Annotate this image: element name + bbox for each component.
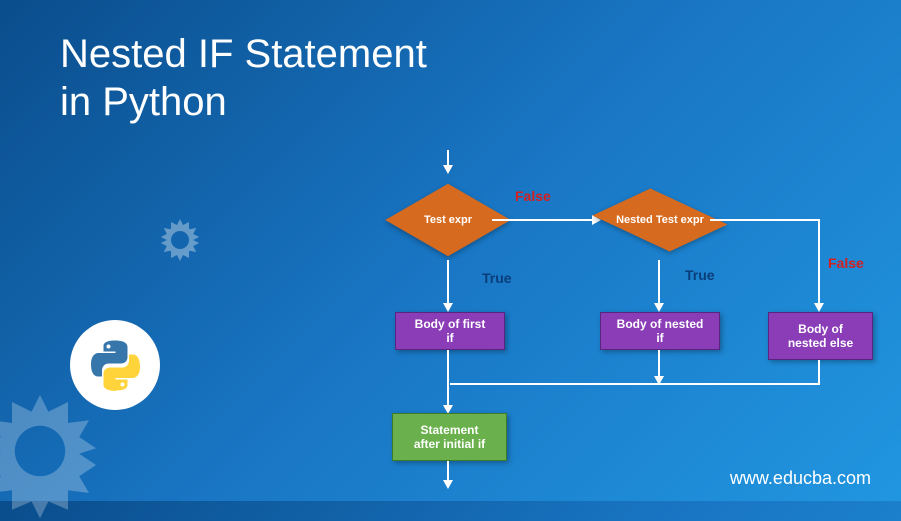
gear-icon-small — [150, 210, 210, 270]
arrow-true-1-head — [443, 303, 453, 312]
box-body-nested-if: Body of nested if — [600, 312, 720, 350]
decision-nested-test-expr: Nested Test expr — [600, 170, 720, 270]
website-url: www.educba.com — [730, 468, 871, 489]
arrow-exit — [447, 461, 449, 481]
body-nested-else-label: Body of nested else — [783, 322, 858, 350]
arrow-exit-head — [443, 480, 453, 489]
arrow-nested-if-down — [658, 350, 660, 378]
python-logo-icon — [88, 338, 143, 393]
label-false-2: False — [828, 255, 864, 271]
label-true-2: True — [685, 267, 715, 283]
statement-after-label: Statement after initial if — [407, 423, 492, 451]
body-nested-if-label: Body of nested if — [615, 317, 705, 345]
arrow-first-down — [447, 350, 449, 405]
test-expr-label: Test expr — [403, 214, 493, 226]
arrow-nested-false-h — [710, 219, 820, 221]
arrow-true-2 — [658, 260, 660, 305]
arrow-to-nested — [492, 219, 592, 221]
box-body-first-if: Body of first if — [395, 312, 505, 350]
arrow-else-down — [818, 360, 820, 384]
box-statement-after: Statement after initial if — [392, 413, 507, 461]
title-line-2: in Python — [60, 80, 227, 124]
arrow-true-2-head — [654, 303, 664, 312]
decision-test-expr: Test expr — [398, 170, 498, 270]
nested-test-expr-label: Nested Test expr — [605, 214, 715, 226]
flowchart-diagram: Test expr False Nested Test expr False T… — [290, 150, 890, 500]
arrow-true-1 — [447, 260, 449, 305]
arrow-nested-false-v — [818, 219, 820, 304]
label-false-1: False — [515, 188, 551, 204]
page-title: Nested IF Statement in Python — [60, 30, 427, 126]
arrow-nested-false-head — [814, 303, 824, 312]
python-logo — [70, 320, 160, 410]
title-line-1: Nested IF Statement — [60, 32, 427, 76]
arrow-merge-h — [450, 383, 820, 385]
box-body-nested-else: Body of nested else — [768, 312, 873, 360]
arrow-entry — [447, 150, 449, 165]
label-true-1: True — [482, 270, 512, 286]
body-first-if-label: Body of first if — [410, 317, 490, 345]
